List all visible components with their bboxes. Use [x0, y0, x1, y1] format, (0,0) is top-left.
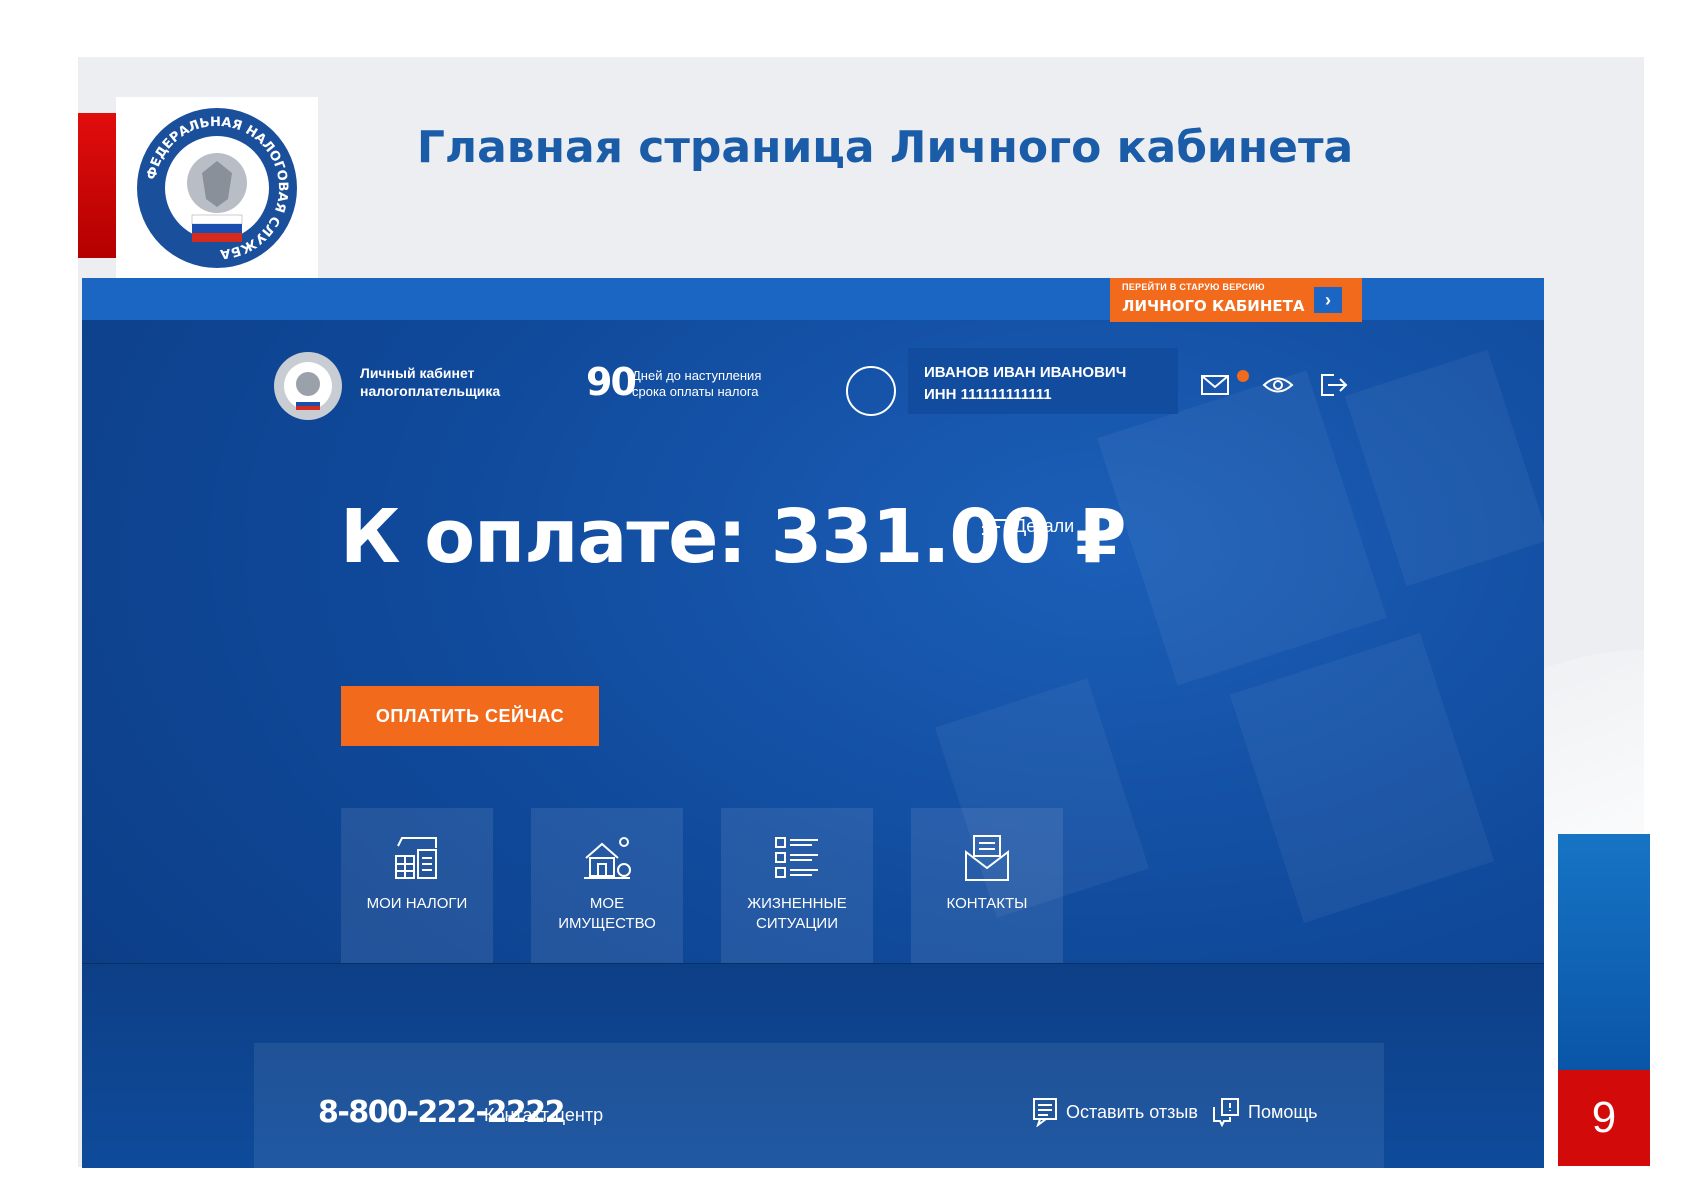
old-version-line2: ЛИЧНОГО КАБИНЕТА — [1122, 297, 1305, 315]
tile-contacts[interactable]: КОНТАКТЫ — [911, 808, 1063, 963]
eye-icon[interactable] — [1262, 372, 1294, 398]
tile-label: ИМУЩЕСТВО — [558, 915, 656, 932]
tile-label: МОИ НАЛОГИ — [366, 895, 468, 912]
logout-icon[interactable] — [1318, 372, 1350, 398]
old-version-link[interactable]: ПЕРЕЙТИ В СТАРУЮ ВЕРСИЮ ЛИЧНОГО КАБИНЕТА… — [1110, 278, 1362, 322]
tile-label: СИТУАЦИИ — [756, 915, 838, 932]
cabinet-title-line1: Личный кабинет — [360, 365, 475, 381]
envelope-icon — [965, 835, 1009, 881]
help-icon — [1213, 1098, 1239, 1127]
feedback-link[interactable]: Оставить отзыв — [1032, 1097, 1198, 1127]
cabinet-title: Личный кабинет налогоплательщика — [360, 364, 500, 400]
help-link[interactable]: Помощь — [1212, 1097, 1318, 1127]
tile-label: МОЕ — [589, 895, 625, 912]
tile-label: ЖИЗНЕННЫЕ — [747, 895, 847, 912]
list-icon — [775, 837, 818, 878]
days-caption-line2: срока оплаты налога — [632, 384, 759, 399]
details-link[interactable]: Детали — [982, 516, 1074, 537]
details-icon — [982, 518, 1006, 535]
tile-my-property[interactable]: МОЕ ИМУЩЕСТВО — [531, 808, 683, 963]
tile-label: КОНТАКТЫ — [946, 895, 1028, 912]
bg-shard — [1344, 349, 1544, 587]
red-accent-bar — [78, 113, 118, 258]
days-caption: Дней до наступления срока оплаты налога — [632, 368, 761, 400]
details-label: Детали — [1014, 516, 1075, 536]
contact-center-label: Контакт-центр — [484, 1105, 604, 1125]
days-counter: 90 — [586, 360, 637, 404]
amount-due: К оплате: 331.00 ₽ — [340, 494, 1127, 580]
fns-logo: ФЕДЕРАЛЬНАЯ НАЛОГОВАЯ СЛУЖБА — [116, 97, 318, 279]
old-version-line1: ПЕРЕЙТИ В СТАРУЮ ВЕРСИЮ — [1122, 282, 1265, 292]
days-caption-line1: Дней до наступления — [632, 368, 762, 383]
user-name: ИВАНОВ ИВАН ИВАНОВИЧ — [924, 364, 1127, 381]
mail-badge — [1237, 370, 1249, 382]
slide-title: Главная страница Личного кабинета — [416, 122, 1354, 173]
fns-emblem-icon: ФЕДЕРАЛЬНАЯ НАЛОГОВАЯ СЛУЖБА — [137, 108, 297, 268]
user-info[interactable]: ИВАНОВ ИВАН ИВАНОВИЧ ИНН 111111111111 — [908, 348, 1178, 414]
help-label: Помощь — [1248, 1101, 1318, 1122]
page-number: 9 — [1591, 1093, 1617, 1142]
tile-my-taxes[interactable]: МОИ НАЛОГИ — [341, 808, 493, 963]
cabinet-logo-icon — [274, 352, 342, 420]
property-icon — [584, 837, 631, 879]
page-number-box: 9 — [1558, 1070, 1650, 1166]
user-inn: ИНН 111111111111 — [924, 386, 1052, 403]
cabinet-screenshot: ПЕРЕЙТИ В СТАРУЮ ВЕРСИЮ ЛИЧНОГО КАБИНЕТА… — [82, 278, 1544, 1168]
feedback-label: Оставить отзыв — [1066, 1101, 1198, 1122]
side-blue-bar — [1558, 834, 1650, 1070]
pay-now-button[interactable]: ОПЛАТИТЬ СЕЙЧАС — [341, 686, 599, 746]
chevron-right-icon: › — [1314, 287, 1342, 313]
taxes-icon — [395, 837, 437, 879]
cabinet-title-line2: налогоплательщика — [360, 383, 501, 399]
avatar[interactable] — [846, 366, 896, 416]
mail-icon[interactable] — [1200, 372, 1232, 398]
bg-shard — [1229, 632, 1495, 924]
bg-shard — [1097, 370, 1387, 686]
feedback-icon — [1033, 1098, 1057, 1127]
tile-life-situations[interactable]: ЖИЗНЕННЫЕ СИТУАЦИИ — [721, 808, 873, 963]
footer-bar: 8-800-222-2222 Контакт-центр Оставить от… — [254, 1043, 1384, 1168]
